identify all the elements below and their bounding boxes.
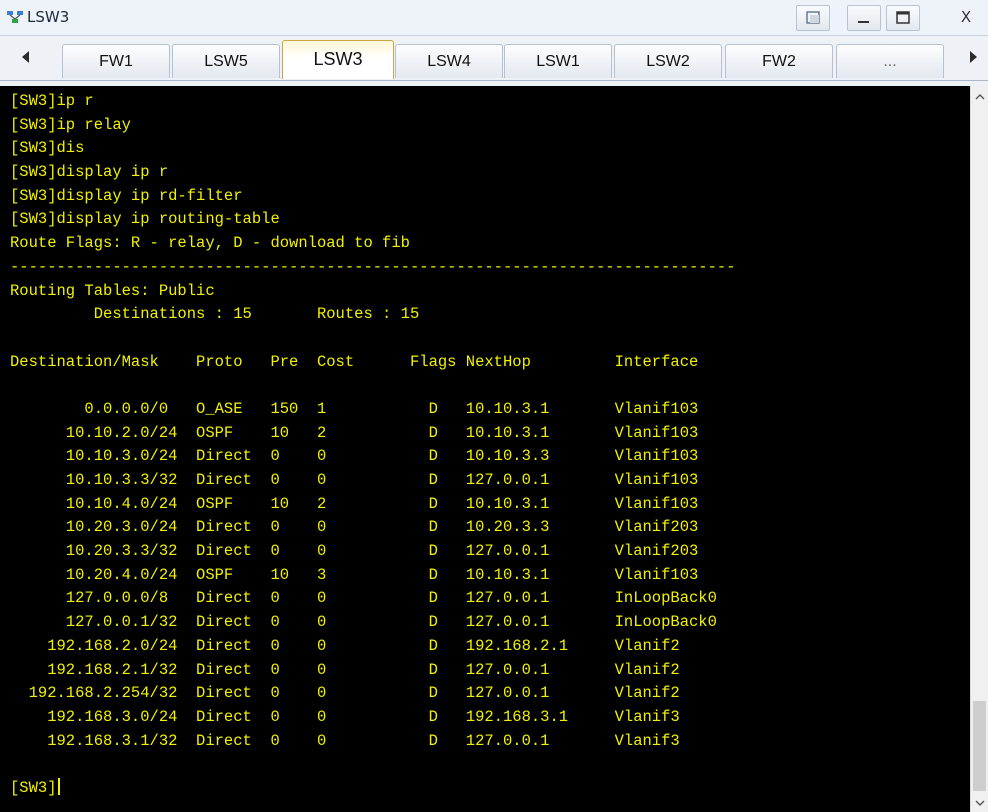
window-title: LSW3	[27, 8, 70, 26]
vertical-scrollbar[interactable]	[970, 86, 988, 812]
scroll-thumb[interactable]	[973, 701, 986, 791]
tab-fw2[interactable]: FW2	[725, 44, 833, 78]
terminal-line: 10.20.3.3/32 Direct 0 0 D 127.0.0.1 Vlan…	[10, 542, 699, 561]
text-cursor	[57, 777, 60, 795]
terminal-line: Destinations : 15 Routes : 15	[10, 305, 420, 324]
terminal-line: 10.10.3.3/32 Direct 0 0 D 127.0.0.1 Vlan…	[10, 471, 699, 489]
terminal-line: [SW3]dis	[10, 139, 85, 158]
terminal-prompt: [SW3]	[10, 778, 57, 797]
scroll-down-icon[interactable]	[975, 798, 985, 808]
maximize-button[interactable]	[886, 5, 920, 31]
terminal-line: 127.0.0.0/8 Direct 0 0 D 127.0.0.1 InLoo…	[10, 589, 717, 608]
terminal-line: ----------------------------------------…	[10, 257, 736, 276]
terminal-console[interactable]: [SW3]ip r [SW3]ip relay [SW3]dis [SW3]displ…	[0, 86, 970, 812]
terminal-line: [SW3]display ip rd-filter	[10, 186, 243, 205]
terminal-line: 192.168.2.0/24 Direct 0 0 D 192.168.2.1 …	[10, 636, 680, 655]
title-bar[interactable]: LSW3 X	[0, 0, 988, 36]
terminal-line: Destination/Mask Proto Pre Cost Flags Ne…	[10, 352, 699, 371]
terminal-line: 10.20.4.0/24 OSPF 10 3 D 10.10.3.1 Vlani…	[10, 565, 699, 584]
arrow-left-icon[interactable]	[18, 49, 34, 65]
tab-lsw2[interactable]: LSW2	[614, 44, 722, 78]
terminal-line: [SW3]display ip r	[10, 163, 169, 182]
minimize-icon	[858, 21, 869, 23]
terminal-line: 10.10.4.0/24 OSPF 10 2 D 10.10.3.1 Vlani…	[10, 494, 699, 513]
tab-strip: FW1 LSW5 LSW3 LSW4 LSW1 LSW2 FW2 ...	[0, 36, 988, 81]
topology-icon	[7, 11, 23, 23]
tab-lsw3[interactable]: LSW3	[282, 40, 394, 79]
tab-lsw4[interactable]: LSW4	[395, 44, 503, 78]
close-button[interactable]: X	[946, 4, 986, 30]
terminal-line: 192.168.2.1/32 Direct 0 0 D 127.0.0.1 Vl…	[10, 660, 680, 679]
restore-icon	[806, 11, 820, 24]
scroll-up-icon[interactable]	[975, 92, 985, 102]
terminal-line: 10.20.3.0/24 Direct 0 0 D 10.20.3.3 Vlan…	[10, 518, 699, 537]
terminal-output: [SW3]ip r [SW3]ip relay [SW3]dis [SW3]displ…	[10, 90, 736, 801]
close-icon: X	[960, 8, 972, 26]
maximize-icon	[896, 11, 910, 24]
terminal-line: 0.0.0.0/0 O_ASE 150 1 D 10.10.3.1 Vlanif…	[10, 399, 699, 418]
terminal-line: 10.10.3.0/24 Direct 0 0 D 10.10.3.3 Vlan…	[10, 447, 699, 466]
terminal-prompt-line[interactable]: [SW3]	[10, 777, 736, 801]
tab-more[interactable]: ...	[836, 44, 944, 78]
arrow-right-icon[interactable]	[965, 49, 981, 65]
terminal-line: [SW3]ip relay	[10, 115, 131, 134]
tab-lsw1[interactable]: LSW1	[504, 44, 612, 78]
minimize-button[interactable]	[847, 5, 881, 31]
terminal-line: [SW3]ip r	[10, 92, 94, 110]
terminal-line: 10.10.2.0/24 OSPF 10 2 D 10.10.3.1 Vlani…	[10, 423, 699, 442]
tab-fw1[interactable]: FW1	[62, 44, 170, 78]
tab-lsw5[interactable]: LSW5	[172, 44, 280, 78]
terminal-line: [SW3]display ip routing-table	[10, 210, 280, 229]
terminal-line: Routing Tables: Public	[10, 281, 215, 300]
terminal-line: 192.168.3.1/32 Direct 0 0 D 127.0.0.1 Vl…	[10, 731, 680, 750]
terminal-line: Route Flags: R - relay, D - download to …	[10, 234, 410, 253]
terminal-line: 192.168.2.254/32 Direct 0 0 D 127.0.0.1 …	[10, 684, 680, 703]
restore-button[interactable]	[796, 5, 830, 31]
terminal-window: LSW3 X FW1 LSW5 LSW3 LSW4 LSW1 LSW2 FW2 …	[0, 0, 988, 812]
terminal-line: 127.0.0.1/32 Direct 0 0 D 127.0.0.1 InLo…	[10, 613, 717, 632]
terminal-line: 192.168.3.0/24 Direct 0 0 D 192.168.3.1 …	[10, 707, 680, 726]
